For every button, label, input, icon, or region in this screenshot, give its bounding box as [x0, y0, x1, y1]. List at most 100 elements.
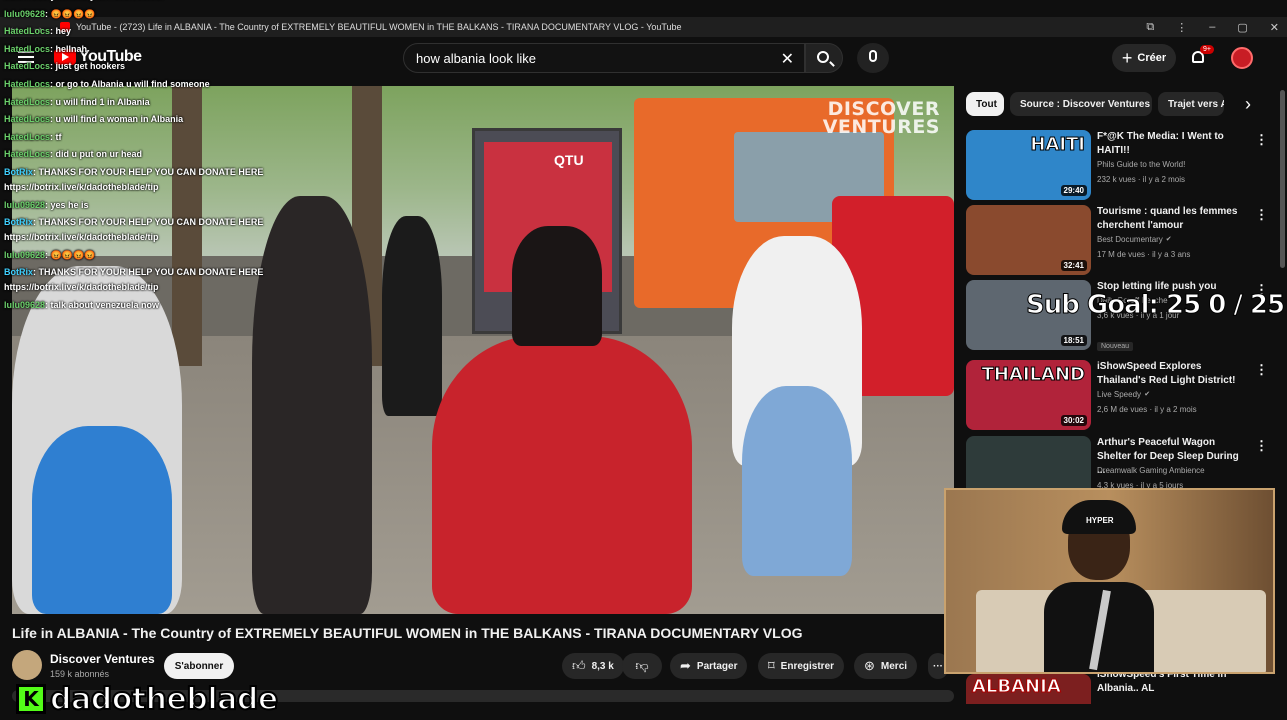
search-input[interactable] — [404, 50, 764, 66]
chat-text: u will find a woman in Albania — [55, 114, 184, 125]
search-icon — [817, 51, 829, 63]
watermark-line2: VENTURES — [822, 116, 940, 138]
chat-username[interactable]: BotRix — [4, 267, 33, 277]
rec-channel[interactable]: Live Speedy — [1097, 390, 1141, 399]
chat-username[interactable]: HatedLocs — [4, 97, 50, 107]
chat-text: THANKS FOR YOUR HELP YOU CAN DONATE HERE — [38, 267, 264, 278]
chat-username[interactable]: BotRix — [4, 217, 33, 227]
chat-username[interactable]: HatedLocs — [4, 79, 50, 89]
filter-chip[interactable]: Trajet vers A — [1158, 92, 1224, 116]
rec-thumbnail[interactable]: HAITI 29:40 — [966, 130, 1091, 200]
channel-name[interactable]: Discover Ventures — [50, 652, 155, 666]
chat-message: lulu09628: 😡😡😡😡 — [4, 249, 96, 260]
streamer-overlay: K dadotheblade — [16, 681, 279, 718]
channel-avatar[interactable] — [12, 650, 42, 680]
chat-message: HatedLocs: u will find 1 in Albania — [4, 96, 150, 107]
chat-message: HatedLocs: hey — [4, 26, 72, 37]
chat-message: lulu09628: you beat you meat instead — [4, 0, 164, 2]
thumbs-up-icon: 👍︎ — [572, 658, 586, 673]
chat-text: hey — [55, 26, 72, 37]
rec-menu-icon[interactable]: ⋮ — [1255, 207, 1268, 223]
rec-menu-icon[interactable]: ⋮ — [1255, 438, 1268, 454]
account-avatar[interactable] — [1231, 47, 1253, 69]
video-scene-person — [432, 336, 692, 614]
maximize-icon[interactable]: ▢ — [1237, 21, 1247, 34]
recommendation-item[interactable]: THAILAND 30:02 iShowSpeed Explores Thailan… — [966, 360, 1268, 432]
chat-username[interactable]: HatedLocs — [4, 61, 50, 71]
video-scene-person — [32, 426, 172, 614]
subscriber-count: 159 k abonnés — [50, 669, 110, 679]
rec-thumbnail[interactable]: 32:41 — [966, 205, 1091, 275]
notification-badge: 9+ — [1200, 45, 1214, 54]
notifications-button[interactable]: 9+ — [1190, 45, 1214, 67]
filter-chip[interactable]: Tout — [966, 92, 1004, 116]
chat-username[interactable]: BotRix — [4, 167, 33, 177]
rec-title[interactable]: iShowSpeed Explores Thailand's Red Light… — [1097, 360, 1249, 388]
chat-message: HatedLocs: u will find a woman in Albani… — [4, 114, 184, 125]
stream-chat-overlay: lulu09628: you beat you meat insteadlulu… — [2, 0, 332, 320]
kick-logo-icon: K — [16, 684, 46, 714]
chat-username[interactable]: lulu09628 — [4, 0, 45, 1]
rec-title[interactable]: Tourisme : quand les femmes cherchent l'… — [1097, 205, 1249, 233]
save-button[interactable]: ⌑ Enregistrer — [758, 653, 845, 679]
chat-message: BotRix: THANKS FOR YOUR HELP YOU CAN DON… — [4, 167, 264, 177]
chat-link[interactable]: https://botrix.live/k/dadotheblade/tip — [4, 282, 159, 293]
share-button[interactable]: ➦ Partager — [670, 653, 748, 679]
chat-username[interactable]: HatedLocs — [4, 44, 50, 54]
rec-channel[interactable]: Best Documentary — [1097, 235, 1163, 244]
search-button[interactable] — [805, 43, 843, 73]
create-button[interactable]: + Créer — [1112, 44, 1176, 72]
chat-username[interactable]: HatedLocs — [4, 149, 50, 159]
chat-username[interactable]: lulu09628 — [4, 200, 45, 210]
chat-username[interactable]: lulu09628 — [4, 250, 45, 260]
rec-title[interactable]: F*@K The Media: I Went to HAITI!! — [1097, 130, 1249, 158]
chat-text: you beat you meat instead — [51, 0, 164, 1]
chat-username[interactable]: lulu09628 — [4, 300, 45, 310]
rec-menu-icon[interactable]: ⋮ — [1255, 362, 1268, 378]
webcam-beanie-text: HYPER — [1086, 516, 1114, 525]
scrollbar[interactable] — [1280, 90, 1285, 268]
chevron-right-icon[interactable]: › — [1236, 92, 1260, 116]
chat-text: THANKS FOR YOUR HELP YOU CAN DONATE HERE — [38, 217, 264, 228]
chat-link[interactable]: https://botrix.live/k/dadotheblade/tip — [4, 232, 159, 243]
chat-text: THANKS FOR YOUR HELP YOU CAN DONATE HERE — [38, 167, 264, 177]
thanks-button[interactable]: ⊛ Merci — [854, 653, 918, 679]
chat-text: 😡😡😡😡 — [50, 249, 96, 260]
chat-text: or go to Albania u will find someone — [55, 79, 210, 89]
close-window-icon[interactable]: ✕ — [1270, 21, 1279, 34]
chat-message: BotRix: THANKS FOR YOUR HELP YOU CAN DON… — [4, 267, 264, 278]
minimize-icon[interactable]: – — [1209, 21, 1215, 33]
chat-username[interactable]: lulu09628 — [4, 9, 45, 19]
voice-search-button[interactable] — [857, 43, 889, 73]
recommendation-item[interactable]: HAITI 29:40 F*@K The Media: I Went to HAIT… — [966, 130, 1268, 202]
rec-meta: 17 M de vues · il y a 3 ans — [1097, 250, 1191, 259]
share-arrow-icon: ➦ — [680, 658, 691, 673]
rec-channel[interactable]: Dreamwalk Gaming Ambience — [1097, 466, 1205, 475]
subscribe-button[interactable]: S'abonner — [164, 653, 234, 679]
rec-channel[interactable]: Phils Guide to the World! — [1097, 160, 1185, 169]
filter-chip[interactable]: Source : Discover Ventures — [1010, 92, 1152, 116]
clear-search-icon[interactable]: ✕ — [781, 49, 794, 69]
rec-thumbnail-text: THAILAND — [981, 364, 1085, 386]
chat-message: HatedLocs: tf — [4, 131, 62, 142]
extensions-icon[interactable]: ⧉ — [1146, 21, 1154, 34]
chat-text: did u put on ur head — [55, 149, 143, 160]
chat-username[interactable]: HatedLocs — [4, 132, 50, 142]
rec-menu-icon[interactable]: ⋮ — [1255, 132, 1268, 148]
dislike-button[interactable]: 👎︎ — [622, 653, 662, 679]
share-label: Partager — [696, 660, 738, 672]
recommendation-item[interactable]: 32:41 Tourisme : quand les femmes cherche… — [966, 205, 1268, 277]
like-button[interactable]: 👍︎ 8,3 k — [562, 653, 624, 679]
rec-thumbnail[interactable]: ALBANIA — [966, 674, 1091, 704]
chat-username[interactable]: HatedLocs — [4, 26, 50, 36]
create-label: Créer — [1137, 52, 1167, 64]
chat-username[interactable]: HatedLocs — [4, 114, 50, 124]
chat-message: lulu09628: yes he is — [4, 199, 89, 210]
video-scene-person — [382, 216, 442, 416]
more-label: ··· — [933, 660, 943, 672]
chat-message: HatedLocs: did u put on ur head — [4, 149, 143, 160]
chat-link[interactable]: https://botrix.live/k/dadotheblade/tip — [4, 182, 159, 193]
rec-thumbnail[interactable]: THAILAND 30:02 — [966, 360, 1091, 430]
kebab-menu-icon[interactable]: ⋮ — [1176, 21, 1187, 34]
new-badge: Nouveau — [1097, 342, 1134, 351]
